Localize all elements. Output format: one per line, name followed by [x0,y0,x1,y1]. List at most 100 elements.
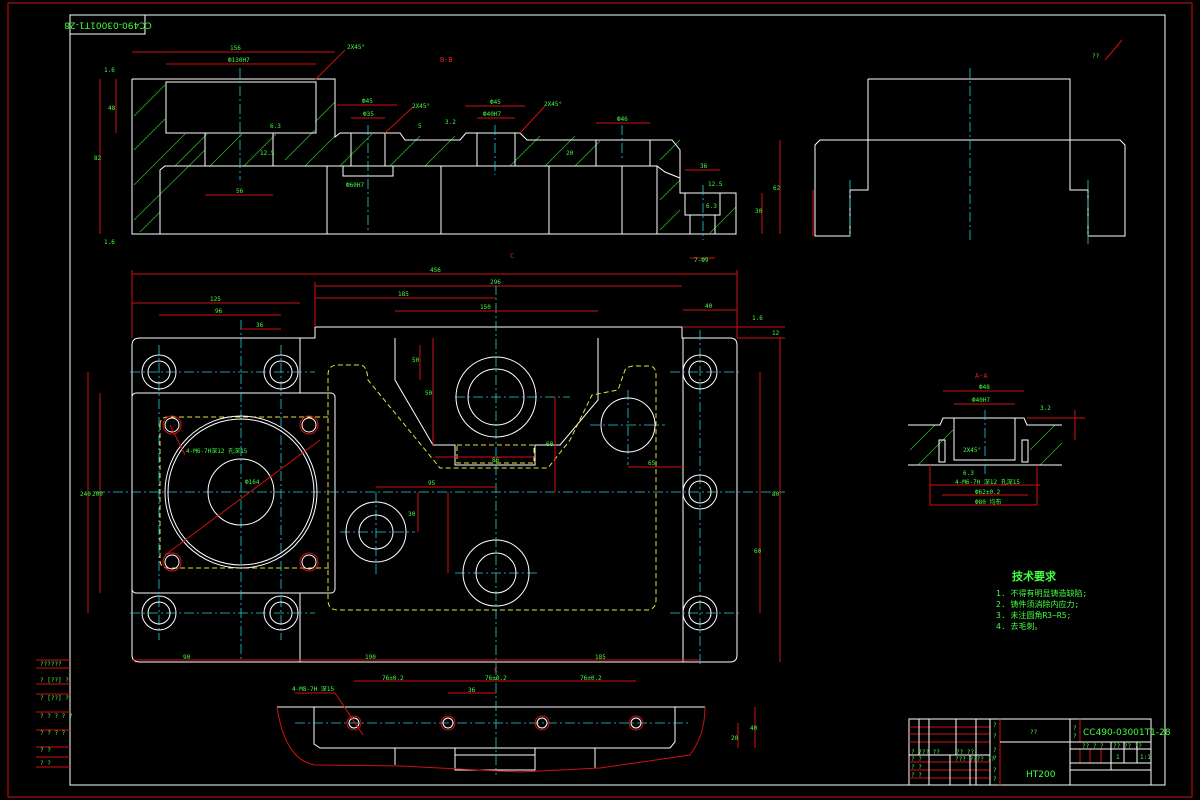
dim-text: Ф35 [363,111,374,118]
dim-text: 156 [230,45,241,52]
mirrored-number-box: CC490-03001T1-28 [64,14,152,35]
dim-text: 48 [108,105,116,112]
section-bb-view: B-B 156 Ф130H7 2X45° 1.6 48 82 6.3 12.5 … [94,44,814,264]
left-table-cell: ?????? [40,661,62,668]
dim-text: 65 [648,460,656,467]
title-cell: ? [993,733,997,740]
dim-text: 86 [492,457,500,464]
dim-text: 3.2 [445,119,456,126]
dim-text: 90 [183,654,191,661]
title-cell: ? [993,767,997,774]
title-cell: ? [993,776,997,783]
dim-text: Ф130H7 [228,57,250,64]
dim-text: 185 [398,291,409,298]
left-table-cell: ? ? [40,760,51,767]
title-cell: ?? ?? [956,749,974,756]
dim-text: 5 [418,123,422,130]
dim-text: 2X45° [412,103,430,110]
title-cell: ? ??? ?? [911,749,940,756]
title-cell: ? ? [911,772,922,779]
mirrored-number-text: CC490-03001T1-28 [64,20,152,30]
title-cell: ? [1073,725,1077,732]
dim-text: 62 [773,185,781,192]
dim-text: 125 [210,296,221,303]
roughness-other-label: ?? [1092,53,1100,60]
title-cell: 1:1 [1140,754,1151,761]
dim-text: 95 [428,480,436,487]
dim-text: 150 [480,304,491,311]
part-name: ?? [1030,729,1038,736]
title-cell: ?? ?? ?? [1113,743,1142,750]
dim-text: 200 [92,491,103,498]
section-aa-view: A-A Ф48 Ф40H7 3.2 2X45° 6.3 4-M6-7H 深12 … [908,372,1085,506]
title-cell: ? ? [911,764,922,771]
section-bb-label: B-B [440,56,453,64]
dim-text: Ф48 [979,384,990,391]
dim-text: Ф80 均布 [975,498,1001,506]
section-aa-label: A-A [975,372,988,380]
dim-text: 82 [94,155,102,162]
dim-text: 4-M8-7H 深15 [292,685,335,693]
dim-text: 20 [731,735,739,742]
title-cell: ?? ? ? [1082,743,1104,750]
dim-text: 1.6 [104,67,115,74]
dim-text: 12 [772,330,780,337]
dim-text: 185 [595,654,606,661]
dim-text: 12.5 [260,150,275,157]
title-cell: ? [993,747,997,754]
left-strip-table: ?????? ? [??] ? ? [??] ? ? ? ? ? ? ? ? ?… [36,658,73,770]
title-cell: 1 [1116,754,1120,761]
dim-text: 12.5 [708,181,723,188]
dim-text: Ф46 [617,116,628,123]
dim-text: 80 [772,491,780,498]
dim-text: 4-M6-7H深12 孔深15 [186,447,248,455]
dim-text: 40 [705,303,713,310]
bottom-view: 76±0.2 76±0.2 76±0.2 36 4-M8-7H 深15 40 2… [276,665,758,775]
dim-text: 76±0.2 [580,675,602,682]
dim-text: Ф40H7 [972,397,990,404]
dim-text: Ф40H7 [483,111,501,118]
dimension-lines [99,49,814,259]
dim-text: 6.3 [963,470,974,477]
dim-text: Ф62±0.2 [975,489,1001,496]
dim-text: 190 [365,654,376,661]
tech-req-item: 2. 铸件须消除内应力; [996,599,1079,609]
dim-text: 30 [408,511,416,518]
dim-text: 20 [566,150,574,157]
dim-text: Ф164 [245,479,260,486]
dim-text: 6.3 [270,123,281,130]
dim-text: 76±0.2 [485,675,507,682]
dim-text: 1.6 [104,239,115,246]
left-table-cell: ? ? [40,747,51,754]
dim-text: 2X45° [347,44,365,51]
tech-req-item: 3. 未注圆角R3~R5; [996,610,1071,620]
dim-text: 4-M6-7H 深12 孔深15 [955,478,1020,486]
title-cell: ? [993,755,997,762]
dim-text: 50 [425,390,433,397]
dim-text: Ф45 [362,98,373,105]
tech-req-item: 4. 去毛刺。 [996,621,1042,631]
dim-text: 296 [490,279,501,286]
dim-text: 60 [754,548,762,555]
left-table-cell: ? ? ? ? [40,730,66,737]
dim-text: 96 [215,308,223,315]
dim-text: 76±0.2 [382,675,404,682]
side-view: ?? [814,39,1126,246]
dim-text: 3.2 [1040,405,1051,412]
dim-text: 2X45° [963,447,981,454]
dim-text: 60 [546,441,554,448]
title-cell: ? [993,722,997,729]
tech-req-title: 技术要求 [1012,569,1057,583]
drawing-number: CC490-03001T1-28 [1083,728,1171,738]
hatching [133,84,737,234]
title-cell: ??? ???? ?? [955,756,995,763]
dim-text: 30 [755,208,763,215]
technical-requirements: 技术要求 1. 不得有明显铸造缺陷; 2. 铸件须消除内应力; 3. 未注圆角R… [996,569,1087,631]
title-cell: ? ? [911,756,922,763]
dim-text: 240 [80,491,91,498]
tech-req-item: 1. 不得有明显铸造缺陷; [996,588,1087,598]
dim-text: 56 [236,188,244,195]
dim-text: 40 [750,725,758,732]
left-table-cell: ? ? ? ? ? [40,713,73,720]
left-table-cell: ? [??] ? [40,695,69,702]
